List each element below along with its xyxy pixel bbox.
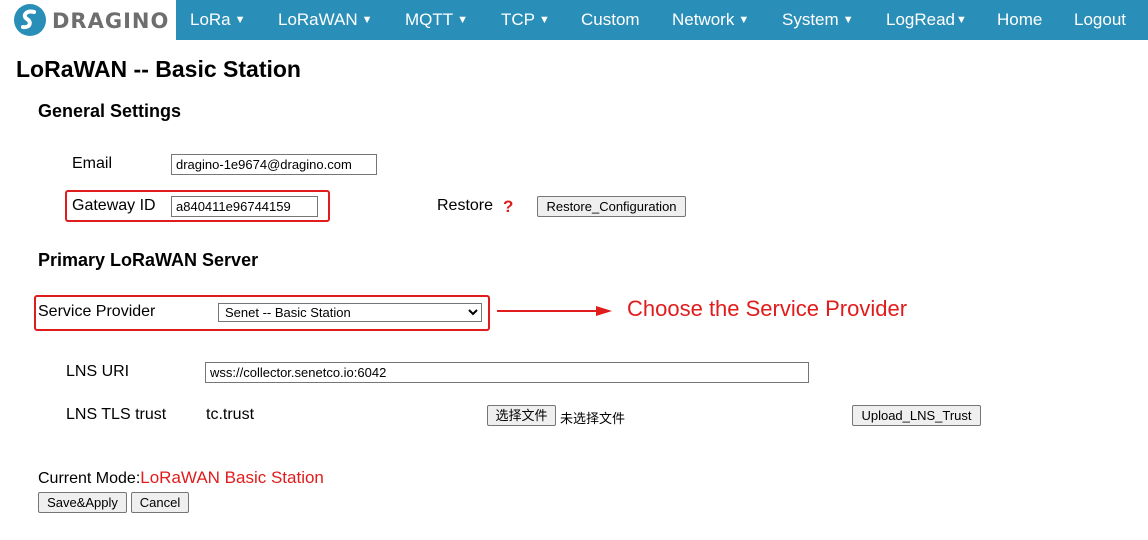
caret-down-icon: ▼: [738, 14, 750, 26]
choose-file-button[interactable]: 选择文件: [487, 405, 556, 426]
no-file-chosen-text: 未选择文件: [560, 411, 626, 426]
email-label: Email: [72, 155, 113, 172]
nav-logout[interactable]: Logout: [1074, 0, 1126, 40]
top-navbar: DRAGINO LoRa ▼ LoRaWAN ▼ MQTT ▼ TCP ▼ Custom…: [0, 0, 1148, 40]
caret-down-icon: ▼: [539, 14, 550, 26]
current-mode-label: Current Mode:: [38, 470, 141, 487]
nav-custom[interactable]: Custom: [581, 0, 640, 40]
upload-lns-trust-button[interactable]: Upload_LNS_Trust: [852, 405, 981, 426]
gateway-id-input[interactable]: [171, 196, 318, 217]
nav-mqtt[interactable]: MQTT ▼: [405, 0, 468, 40]
tls-trust-filename: tc.trust: [206, 406, 255, 423]
nav-lora[interactable]: LoRa ▼: [190, 0, 246, 40]
current-mode-value: LoRaWAN Basic Station: [140, 468, 324, 487]
nav-home[interactable]: Home: [997, 0, 1042, 40]
cancel-button[interactable]: Cancel: [131, 492, 189, 513]
service-provider-label: Service Provider: [38, 303, 156, 320]
caret-down-icon: ▼: [842, 14, 854, 26]
save-apply-button[interactable]: Save&Apply: [38, 492, 127, 513]
annotation-arrow: [497, 306, 612, 316]
brand-logo[interactable]: DRAGINO: [0, 0, 176, 40]
general-settings-heading: General Settings: [38, 101, 182, 121]
nav-system[interactable]: System ▼: [782, 0, 854, 40]
caret-down-icon: ▼: [956, 14, 967, 26]
current-mode: Current Mode:LoRaWAN Basic Station: [38, 468, 324, 488]
nav-tcp[interactable]: TCP ▼: [501, 0, 550, 40]
caret-down-icon: ▼: [234, 14, 246, 26]
dragino-logo-icon: [14, 4, 46, 36]
nav-network[interactable]: Network ▼: [672, 0, 749, 40]
help-question-icon[interactable]: ?: [503, 197, 513, 217]
gateway-id-label: Gateway ID: [72, 197, 156, 214]
restore-configuration-button[interactable]: Restore_Configuration: [537, 196, 686, 217]
lns-uri-label: LNS URI: [66, 363, 130, 380]
lns-uri-input[interactable]: [205, 362, 809, 383]
page-title: LoRaWAN -- Basic Station: [16, 56, 301, 82]
primary-server-heading: Primary LoRaWAN Server: [38, 250, 259, 270]
restore-label: Restore: [437, 197, 494, 214]
lns-tls-trust-label: LNS TLS trust: [66, 406, 167, 423]
service-provider-select[interactable]: Senet -- Basic Station: [218, 303, 482, 322]
brand-name: DRAGINO: [52, 9, 170, 33]
nav-logread[interactable]: LogRead▼: [886, 0, 967, 40]
annotation-text: Choose the Service Provider: [627, 296, 908, 321]
caret-down-icon: ▼: [361, 14, 373, 26]
caret-down-icon: ▼: [457, 14, 469, 26]
nav-lorawan[interactable]: LoRaWAN ▼: [278, 0, 373, 40]
email-input[interactable]: [171, 154, 377, 175]
